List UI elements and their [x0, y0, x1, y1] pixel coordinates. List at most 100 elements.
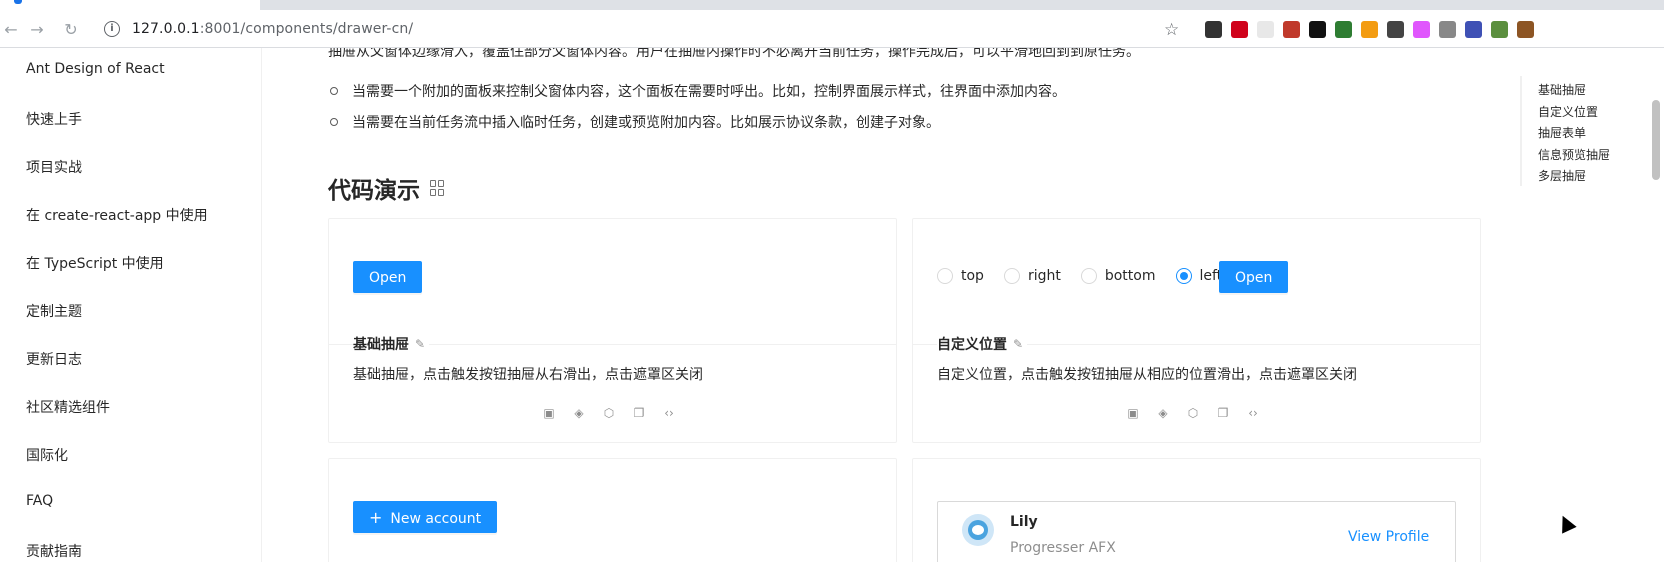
show-code-icon[interactable]: ‹› — [1245, 405, 1261, 421]
new-account-label: New account — [390, 511, 482, 527]
edit-icon[interactable]: ✎ — [415, 337, 425, 351]
radio-circle — [1080, 268, 1097, 284]
url-path: :8001/components/drawer-cn/ — [199, 21, 414, 37]
copy-icon[interactable]: ❐ — [631, 405, 647, 421]
active-tab[interactable] — [0, 0, 260, 10]
demo-title-placement: 自定义位置 ✎ — [937, 334, 1028, 354]
extension-icon[interactable] — [1335, 21, 1352, 38]
section-title-text: 代码演示 — [328, 178, 420, 204]
tab-strip — [0, 0, 1664, 10]
profile-subtitle: Progresser AFX — [1010, 540, 1116, 556]
sidebar-item-practical-projects[interactable]: 项目实战 — [26, 157, 82, 177]
codepen-icon[interactable]: ◈ — [571, 405, 587, 421]
profile-name: Lily — [1010, 514, 1038, 530]
radio-label: right — [1027, 268, 1061, 284]
demo-title-text: 基础抽屉 — [353, 337, 409, 353]
intro-paragraph: 抽屉从父窗体边缘滑入，覆盖住部分父窗体内容。用户在抽屉内操作时不必离开当前任务，… — [328, 48, 1140, 60]
open-basic-drawer-button[interactable]: Open — [353, 261, 423, 293]
extension-icon[interactable] — [1465, 21, 1482, 38]
usage-bullet-text: 当需要一个附加的面板来控制父窗体内容，这个面板在需要时呼出。比如，控制界面展示样… — [352, 84, 1066, 100]
demo-actions: ▣ ◈ ⬡ ❐ ‹› — [1125, 405, 1261, 421]
profile-list-item: Lily Progresser AFX View Profile — [937, 501, 1456, 562]
sidebar-item-ant-design-of-react[interactable]: Ant Design of React — [26, 61, 165, 77]
codepen-icon[interactable]: ◈ — [1155, 405, 1171, 421]
radio-right[interactable]: right — [1003, 268, 1061, 284]
edit-icon[interactable]: ✎ — [1013, 337, 1023, 351]
demo-card-preview: Lily Progresser AFX View Profile — [912, 458, 1481, 562]
back-icon[interactable]: ← — [0, 18, 22, 40]
radio-bottom[interactable]: bottom — [1080, 268, 1156, 284]
extension-icon[interactable] — [1205, 21, 1222, 38]
demo-card-placement: top right bottom left Open 自定义位置 ✎ 自定义位置… — [912, 218, 1481, 443]
radio-circle — [937, 268, 953, 284]
riddle-icon[interactable]: ⬡ — [601, 405, 617, 421]
demo-description-placement: 自定义位置，点击触发按钮抽屉从相应的位置滑出，点击遮罩区关闭 — [937, 367, 1357, 383]
extension-icon[interactable] — [1491, 21, 1508, 38]
section-title-code-demo: 代码演示 — [328, 171, 446, 205]
anchor-nav — [1520, 76, 1522, 186]
radio-top[interactable]: top — [937, 268, 984, 284]
avatar — [962, 514, 994, 546]
sidebar-item-getting-started[interactable]: 快速上手 — [26, 109, 82, 129]
url-text[interactable]: 127.0.0.1:8001/components/drawer-cn/ — [132, 21, 413, 37]
show-code-icon[interactable]: ‹› — [661, 405, 677, 421]
copy-icon[interactable]: ❐ — [1215, 405, 1231, 421]
extension-icon[interactable] — [1309, 21, 1326, 38]
forward-icon[interactable]: → — [26, 18, 48, 40]
sidebar-item-community-components[interactable]: 社区精选组件 — [26, 397, 110, 417]
anchor-link-basic[interactable]: 基础抽屉 — [1538, 81, 1586, 98]
extension-icon[interactable] — [1257, 21, 1274, 38]
extension-icon[interactable] — [1361, 21, 1378, 38]
usage-bullet: 当需要一个附加的面板来控制父窗体内容，这个面板在需要时呼出。比如，控制界面展示样… — [330, 81, 1066, 101]
sidebar-item-customize-theme[interactable]: 定制主题 — [26, 301, 82, 321]
site-info-icon[interactable]: i — [104, 21, 120, 37]
usage-bullet-text: 当需要在当前任务流中插入临时任务，创建或预览附加内容。比如展示协议条款，创建子对… — [352, 115, 940, 131]
anchor-link-preview[interactable]: 信息预览抽屉 — [1538, 146, 1610, 163]
address-bar[interactable]: i 127.0.0.1:8001/components/drawer-cn/ — [96, 14, 1213, 44]
demo-title-text: 自定义位置 — [937, 337, 1007, 353]
extension-icon[interactable] — [1283, 21, 1300, 38]
extension-icon[interactable] — [1413, 21, 1430, 38]
main-content: 抽屉从父窗体边缘滑入，覆盖住部分父窗体内容。用户在抽屉内操作时不必离开当前任务，… — [262, 48, 1664, 562]
radio-circle — [1003, 268, 1020, 284]
sidebar-menu: Ant Design of React 快速上手 项目实战 在 create-r… — [0, 48, 262, 562]
page-scrollbar[interactable] — [1652, 100, 1660, 180]
anchor-link-multi-level[interactable]: 多层抽屉 — [1538, 167, 1586, 184]
demo-actions: ▣ ◈ ⬡ ❐ ‹› — [541, 405, 677, 421]
tab-loading-indicator — [14, 0, 22, 4]
anchor-link-placement[interactable]: 自定义位置 — [1538, 103, 1598, 120]
placement-radio-group: top right bottom left — [937, 268, 1242, 284]
extension-icon[interactable] — [1439, 21, 1456, 38]
view-profile-link[interactable]: View Profile — [1348, 529, 1429, 545]
browser-toolbar: ← → ↻ i 127.0.0.1:8001/components/drawer… — [0, 10, 1664, 48]
codesandbox-icon[interactable]: ▣ — [1125, 405, 1141, 421]
sidebar-item-create-react-app[interactable]: 在 create-react-app 中使用 — [26, 205, 208, 225]
anchor-link-form[interactable]: 抽屉表单 — [1538, 124, 1586, 141]
plus-icon: + — [369, 508, 383, 527]
radio-left[interactable]: left — [1175, 268, 1222, 284]
extension-icon[interactable] — [1231, 21, 1248, 38]
demo-card-form: + New account — [328, 458, 897, 562]
reload-icon[interactable]: ↻ — [60, 18, 82, 40]
sidebar-item-i18n[interactable]: 国际化 — [26, 445, 68, 465]
codesandbox-icon[interactable]: ▣ — [541, 405, 557, 421]
sidebar-item-faq[interactable]: FAQ — [26, 493, 53, 509]
sidebar-item-typescript[interactable]: 在 TypeScript 中使用 — [26, 253, 164, 273]
expand-all-code-icon[interactable] — [430, 180, 446, 196]
usage-bullet: 当需要在当前任务流中插入临时任务，创建或预览附加内容。比如展示协议条款，创建子对… — [330, 112, 940, 132]
demo-title-basic: 基础抽屉 ✎ — [353, 334, 430, 354]
open-placement-drawer-button[interactable]: Open — [1219, 261, 1289, 293]
demo-card-basic: Open 基础抽屉 ✎ 基础抽屉，点击触发按钮抽屉从右滑出，点击遮罩区关闭 ▣ … — [328, 218, 897, 443]
sidebar-item-changelog[interactable]: 更新日志 — [26, 349, 82, 369]
radio-label: bottom — [1104, 268, 1156, 284]
riddle-icon[interactable]: ⬡ — [1185, 405, 1201, 421]
extension-icon[interactable] — [1517, 21, 1534, 38]
sidebar-item-contributing[interactable]: 贡献指南 — [26, 541, 82, 561]
extension-icon[interactable] — [1387, 21, 1404, 38]
url-host: 127.0.0.1 — [132, 21, 200, 37]
new-account-button[interactable]: + New account — [353, 501, 498, 533]
demo-description-basic: 基础抽屉，点击触发按钮抽屉从右滑出，点击遮罩区关闭 — [353, 367, 703, 383]
bookmark-star-icon[interactable]: ☆ — [1164, 20, 1179, 40]
radio-circle — [1175, 268, 1192, 284]
radio-label: top — [961, 268, 984, 284]
